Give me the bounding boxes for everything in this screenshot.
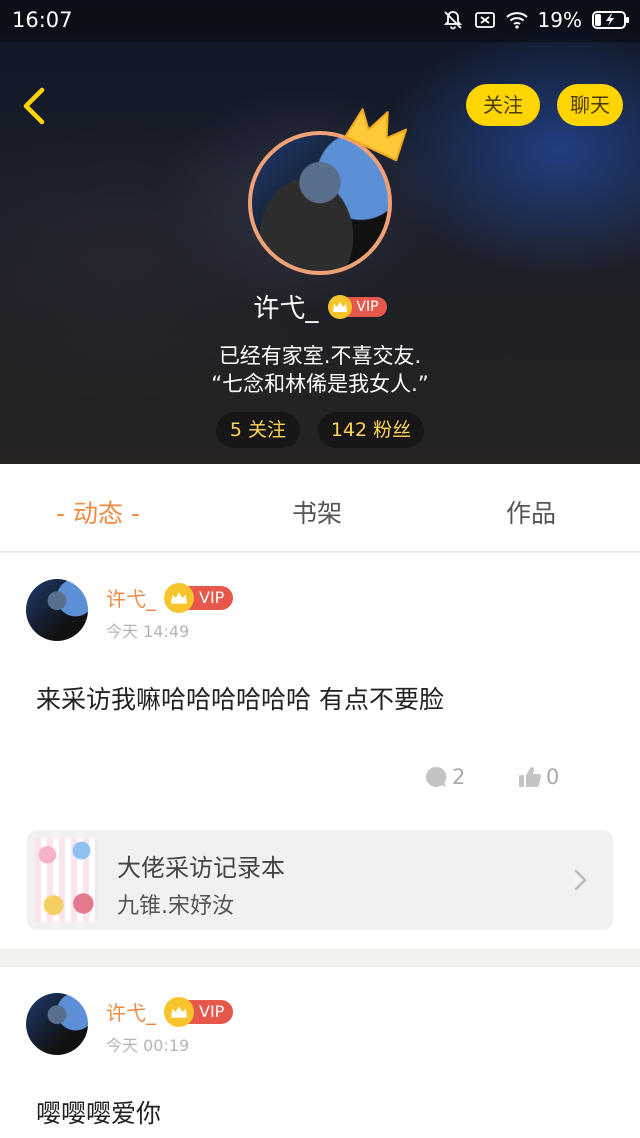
battery-charging-icon bbox=[592, 11, 629, 29]
status-icons: 19% bbox=[442, 8, 630, 32]
back-button[interactable] bbox=[18, 86, 58, 126]
like-button[interactable]: 0 bbox=[518, 765, 559, 789]
username: 许弋_ bbox=[253, 294, 319, 324]
vip-crown-icon bbox=[164, 582, 194, 613]
comment-button[interactable]: 2 bbox=[424, 765, 465, 789]
chevron-right-icon bbox=[574, 869, 587, 891]
book-cover-image bbox=[35, 838, 97, 922]
book-card[interactable]: 大佬采访记录本 九锥.宋妤汝 bbox=[27, 830, 613, 930]
bio-line-1: 已经有家室.不喜交友. bbox=[218, 344, 422, 368]
book-title: 大佬采访记录本 bbox=[117, 854, 285, 882]
bio-line-2: “七念和林俙是我女人.” bbox=[211, 372, 429, 396]
status-bar: 16:07 19% bbox=[0, 0, 640, 42]
battery-percent: 19% bbox=[537, 8, 582, 32]
vip-badge: VIP bbox=[164, 996, 234, 1027]
profile-bio: 已经有家室.不喜交友. “七念和林俙是我女人.” bbox=[0, 342, 640, 398]
following-count[interactable]: 5 关注 bbox=[216, 412, 300, 448]
tab-dynamic[interactable]: - 动态 - bbox=[56, 494, 140, 530]
thumbs-up-icon bbox=[519, 767, 541, 787]
comment-count: 2 bbox=[452, 765, 466, 789]
post-text: 来采访我嘛哈哈哈哈哈哈 有点不要脸 bbox=[36, 685, 444, 714]
tab-bookshelf[interactable]: 书架 bbox=[292, 494, 342, 530]
post-time: 今天 14:49 bbox=[106, 622, 190, 641]
profile-header: 16:07 19% 关注 聊天 许弋_ VIP 已经有家室.不喜交友. “七念和… bbox=[0, 0, 640, 464]
post-text: 嘤嘤嘤爱你 bbox=[36, 1099, 162, 1128]
follow-button[interactable]: 关注 bbox=[466, 84, 540, 126]
vip-badge: VIP bbox=[328, 294, 387, 319]
feed-post[interactable]: 许弋_ VIP 今天 14:49 来采访我嘛哈哈哈哈哈哈 有点不要脸 2 0 大… bbox=[0, 553, 640, 949]
avatar[interactable] bbox=[26, 579, 88, 641]
post-author-row: 许弋_ VIP bbox=[106, 582, 234, 613]
profile-tabs: - 动态 - 书架 作品 bbox=[0, 464, 640, 552]
vip-crown-icon bbox=[328, 294, 353, 319]
no-sim-icon bbox=[474, 12, 495, 28]
post-time: 今天 00:19 bbox=[106, 1036, 190, 1055]
crown-icon bbox=[344, 108, 408, 162]
post-author[interactable]: 许弋_ bbox=[106, 997, 156, 1026]
fans-count[interactable]: 142 粉丝 bbox=[318, 412, 424, 448]
avatar[interactable] bbox=[26, 993, 88, 1055]
book-author: 九锥.宋妤汝 bbox=[117, 894, 234, 919]
mute-bell-icon bbox=[443, 11, 462, 30]
comment-icon bbox=[426, 766, 447, 787]
username-row: 许弋_ VIP bbox=[0, 288, 640, 325]
post-author-row: 许弋_ VIP bbox=[106, 996, 234, 1027]
chat-button[interactable]: 聊天 bbox=[557, 84, 623, 126]
post-author[interactable]: 许弋_ bbox=[106, 583, 156, 612]
like-count: 0 bbox=[546, 765, 560, 789]
feed-post[interactable]: 许弋_ VIP 今天 00:19 嘤嘤嘤爱你 bbox=[0, 967, 640, 1138]
vip-crown-icon bbox=[164, 996, 194, 1027]
wifi-icon bbox=[505, 12, 528, 29]
vip-badge: VIP bbox=[164, 582, 234, 613]
tab-works[interactable]: 作品 bbox=[506, 494, 556, 530]
status-time: 16:07 bbox=[12, 8, 73, 32]
